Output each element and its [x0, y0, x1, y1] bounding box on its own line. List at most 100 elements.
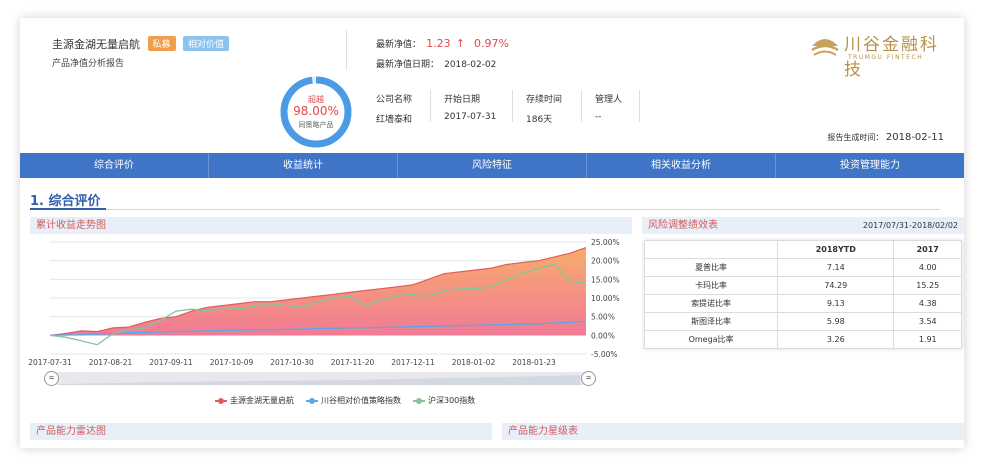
gauge-bottom-label: 同策略产品: [298, 121, 334, 129]
info-value-duration: 186天: [526, 115, 553, 125]
report-time-label: 报告生成时间：: [827, 133, 884, 142]
risk-metric-name: Omega比率: [643, 330, 779, 349]
risk-table-title: 风险调整绩效表: [648, 220, 718, 231]
table-row: 夏普比率 7.14 4.00: [643, 258, 962, 277]
fund-name: 圭源金湖无量启航: [52, 38, 140, 51]
x-tick-label: 2017-09-11: [149, 358, 193, 367]
nav-change: 0.97%: [474, 37, 509, 50]
table-row: 斯图泽比率 5.98 3.54: [643, 312, 962, 331]
tab-management[interactable]: 投资管理能力: [776, 153, 964, 178]
info-header-manager: 管理人: [595, 95, 623, 105]
range-slider[interactable]: = =: [44, 371, 596, 386]
tab-overall[interactable]: 综合评价: [20, 153, 209, 178]
cumulative-return-chart: 25.00% 20.00% 15.00% 10.00% 5.00% 0.00% -5.00%…: [28, 238, 620, 367]
section-divider: [30, 209, 940, 210]
logo-mark-icon: [811, 39, 839, 56]
risk-metric-2017: 4.38: [893, 294, 962, 313]
y-tick-label: 15.00%: [591, 275, 620, 284]
star-header: 产品能力星级表: [502, 423, 964, 440]
tab-returns[interactable]: 收益统计: [209, 153, 398, 178]
tab-correlation[interactable]: 相关收益分析: [587, 153, 776, 178]
risk-metric-2017: 15.25: [893, 276, 962, 295]
x-tick-label: 2017-07-31: [28, 358, 72, 367]
chart-legend: 圭源金湖无量启航 川谷相对价值策略指数 沪深300指数: [215, 395, 475, 406]
y-tick-label: 0.00%: [591, 331, 615, 340]
fund-name-row: 圭源金湖无量启航 私募 相对价值: [52, 36, 230, 52]
legend-item-hs300[interactable]: 沪深300指数: [413, 395, 475, 406]
x-tick-label: 2017-10-30: [270, 358, 314, 367]
x-tick-label: 2018-01-23: [512, 358, 556, 367]
x-tick-label: 2017-12-11: [391, 358, 435, 367]
risk-metric-ytd: 7.14: [777, 258, 895, 277]
legend-label-index: 川谷相对价值策略指数: [321, 396, 401, 405]
table-row: Omega比率 3.26 1.91: [643, 330, 962, 349]
risk-metric-ytd: 9.13: [777, 294, 895, 313]
up-arrow-icon: ↑: [455, 37, 465, 50]
x-tick-label: 2017-11-20: [331, 358, 375, 367]
nav-date-row: 最新净值日期： 2018-02-02: [376, 52, 496, 71]
info-value-start: 2017-07-31: [444, 112, 497, 122]
divider: [346, 30, 347, 70]
risk-col-2018ytd: 2018YTD: [777, 240, 895, 259]
section-accent: [30, 208, 106, 210]
legend-item-fund[interactable]: 圭源金湖无量启航: [215, 395, 294, 406]
slider-left-handle[interactable]: =: [44, 371, 59, 386]
private-tag: 私募: [147, 36, 176, 51]
legend-label-fund: 圭源金湖无量启航: [230, 396, 294, 405]
info-value-manager: --: [595, 112, 602, 122]
y-tick-label: 20.00%: [591, 257, 620, 266]
section-tabs: 综合评价 收益统计 风险特征 相关收益分析 投资管理能力: [20, 153, 964, 178]
risk-table: 2018YTD 2017 夏普比率 7.14 4.00 卡玛比率 74.29 1…: [643, 240, 962, 349]
table-row: 卡玛比率 74.29 15.25: [643, 276, 962, 295]
x-tick-label: 2017-10-09: [210, 358, 254, 367]
info-value-company: 红墙泰和: [376, 115, 413, 125]
strategy-tag: 相对价值: [183, 36, 230, 51]
tab-risk[interactable]: 风险特征: [398, 153, 587, 178]
risk-metric-2017: 4.00: [893, 258, 962, 277]
risk-metric-ytd: 5.98: [777, 312, 895, 331]
risk-table-head-row: 2018YTD 2017: [643, 240, 962, 259]
legend-item-index[interactable]: 川谷相对价值策略指数: [306, 395, 401, 406]
risk-table-header: 风险调整绩效表 2017/07/31-2018/02/02: [642, 217, 964, 234]
risk-col-blank: [643, 240, 779, 259]
nav-row: 最新净值： 1.23 ↑ 0.97%: [376, 32, 509, 51]
y-tick-label: -5.00%: [591, 350, 618, 359]
report-card: 圭源金湖无量启航 私募 相对价值 产品净值分析报告 最新净值： 1.23 ↑ 0…: [20, 18, 964, 448]
info-header-company: 公司名称: [376, 95, 413, 105]
gauge-value: 98.00%: [293, 104, 339, 118]
nav-label: 最新净值：: [376, 40, 422, 50]
nav-date: 2018-02-02: [444, 60, 497, 70]
y-tick-label: 10.00%: [591, 294, 620, 303]
risk-metric-name: 索提诺比率: [643, 294, 779, 313]
section-title: 1. 综合评价: [30, 194, 101, 209]
company-logo: 川谷金融科技 TRUMGU FINTECH: [810, 26, 950, 80]
risk-metric-name: 卡玛比率: [643, 276, 779, 295]
nav-value: 1.23: [426, 37, 451, 50]
chart-header: 累计收益走势图: [30, 217, 632, 234]
y-tick-label: 25.00%: [591, 238, 620, 247]
slider-right-handle[interactable]: =: [581, 371, 596, 386]
risk-metric-2017: 3.54: [893, 312, 962, 331]
risk-metric-name: 斯图泽比率: [643, 312, 779, 331]
beat-gauge: 超越 98.00% 同策略产品: [278, 74, 354, 150]
slider-preview: [60, 375, 580, 385]
info-header-start: 开始日期: [444, 95, 481, 105]
report-subtitle: 产品净值分析报告: [52, 59, 125, 69]
x-tick-label: 2017-08-21: [89, 358, 133, 367]
logo-subtext: TRUMGU FINTECH: [848, 54, 924, 61]
risk-table-card: 2018YTD 2017 夏普比率 7.14 4.00 卡玛比率 74.29 1…: [643, 240, 962, 349]
y-tick-label: 5.00%: [591, 313, 615, 322]
risk-metric-2017: 1.91: [893, 330, 962, 349]
table-row: 索提诺比率 9.13 4.38: [643, 294, 962, 313]
risk-metric-ytd: 74.29: [777, 276, 895, 295]
radar-header: 产品能力雷达图: [30, 423, 492, 440]
x-tick-label: 2018-01-02: [452, 358, 496, 367]
risk-period: 2017/07/31-2018/02/02: [862, 221, 958, 230]
risk-metric-ytd: 3.26: [777, 330, 895, 349]
report-time-value: 2018-02-11: [885, 132, 944, 143]
risk-metric-name: 夏普比率: [643, 258, 779, 277]
legend-label-hs300: 沪深300指数: [428, 396, 476, 405]
nav-date-label: 最新净值日期：: [376, 60, 440, 70]
report-time: 报告生成时间： 2018-02-11: [827, 132, 944, 143]
info-header-duration: 存续时间: [526, 95, 563, 105]
